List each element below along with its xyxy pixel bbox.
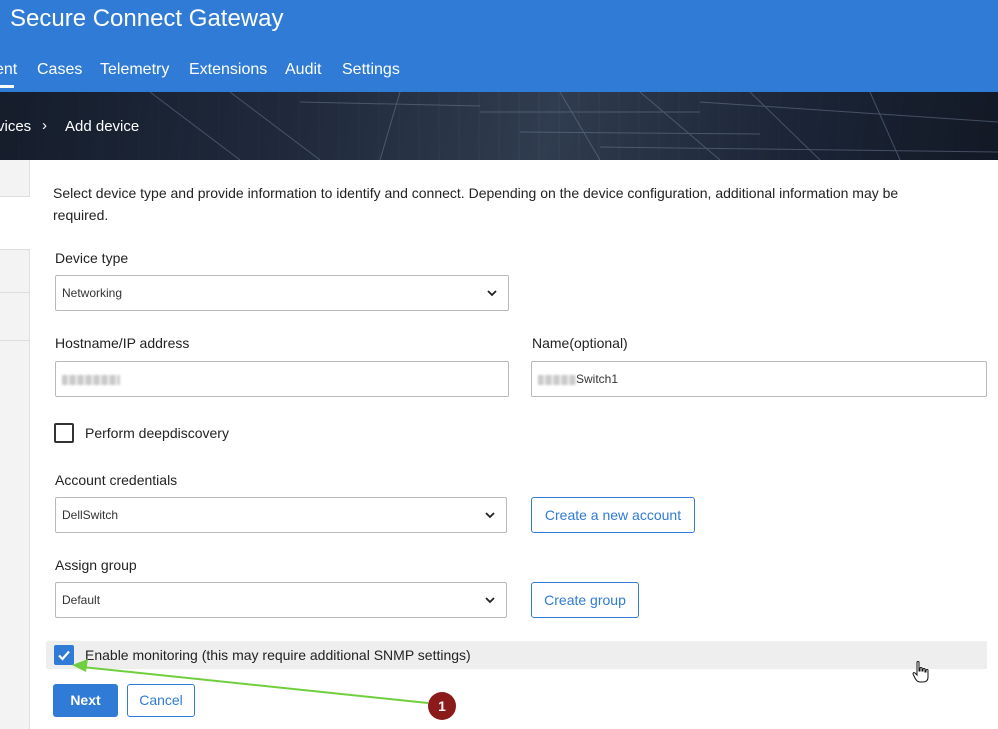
- create-group-button[interactable]: Create group: [531, 582, 639, 618]
- assign-group-select[interactable]: Default: [55, 582, 507, 618]
- breadcrumb-devices-link[interactable]: vices: [0, 118, 31, 135]
- assign-group-value: Default: [62, 593, 101, 607]
- app-title: Secure Connect Gateway: [10, 5, 284, 32]
- redacted-name-prefix: [538, 374, 576, 385]
- chevron-down-icon: [487, 290, 497, 297]
- checkmark-icon: [58, 650, 70, 661]
- sidebar-divider: [0, 292, 30, 293]
- account-credentials-select[interactable]: DellSwitch: [55, 497, 507, 533]
- monitoring-checkbox[interactable]: [54, 645, 74, 665]
- breadcrumb-separator: ›: [42, 117, 47, 134]
- breadcrumb-current: Add device: [65, 118, 140, 135]
- deepdiscovery-checkbox[interactable]: [54, 423, 74, 443]
- hand-cursor-icon: [912, 661, 929, 683]
- name-label: Name(optional): [532, 335, 628, 351]
- annotation-badge: 1: [428, 692, 456, 720]
- device-type-value: Networking: [62, 286, 123, 300]
- nav-item-cases[interactable]: Cases: [37, 61, 82, 79]
- nav-item-management[interactable]: ent: [0, 61, 17, 79]
- name-input[interactable]: Switch1: [531, 361, 987, 397]
- sidebar-divider: [0, 340, 30, 341]
- hostname-label: Hostname/IP address: [55, 335, 190, 351]
- nav-item-extensions[interactable]: Extensions: [189, 61, 267, 79]
- hostname-input[interactable]: [55, 361, 509, 397]
- monitoring-label: Enable monitoring (this may require addi…: [85, 647, 471, 663]
- chevron-down-icon: [485, 597, 495, 604]
- device-type-label: Device type: [55, 250, 129, 266]
- banner-background-art: [149, 92, 998, 160]
- assign-group-label: Assign group: [55, 557, 137, 573]
- device-type-select[interactable]: Networking: [55, 275, 509, 311]
- nav-item-settings[interactable]: Settings: [342, 61, 400, 79]
- left-sidebar: [0, 160, 30, 729]
- nav-active-indicator: [0, 85, 14, 88]
- page-banner: vices › Add device: [0, 92, 998, 160]
- deepdiscovery-label: Perform deepdiscovery: [85, 425, 229, 441]
- account-credentials-value: DellSwitch: [62, 508, 119, 522]
- name-value: Switch1: [576, 372, 619, 386]
- nav-item-telemetry[interactable]: Telemetry: [100, 61, 169, 79]
- app-header: Secure Connect Gateway ent Cases Telemet…: [0, 0, 998, 92]
- cancel-button[interactable]: Cancel: [127, 684, 195, 717]
- redacted-hostname: [62, 374, 120, 385]
- create-account-button[interactable]: Create a new account: [531, 497, 695, 533]
- account-credentials-label: Account credentials: [55, 472, 178, 488]
- form-intro-text: Select device type and provide informati…: [53, 185, 899, 223]
- nav-item-audit[interactable]: Audit: [285, 61, 321, 79]
- chevron-down-icon: [485, 512, 495, 519]
- sidebar-selected-item[interactable]: [0, 196, 30, 250]
- next-button[interactable]: Next: [53, 684, 118, 717]
